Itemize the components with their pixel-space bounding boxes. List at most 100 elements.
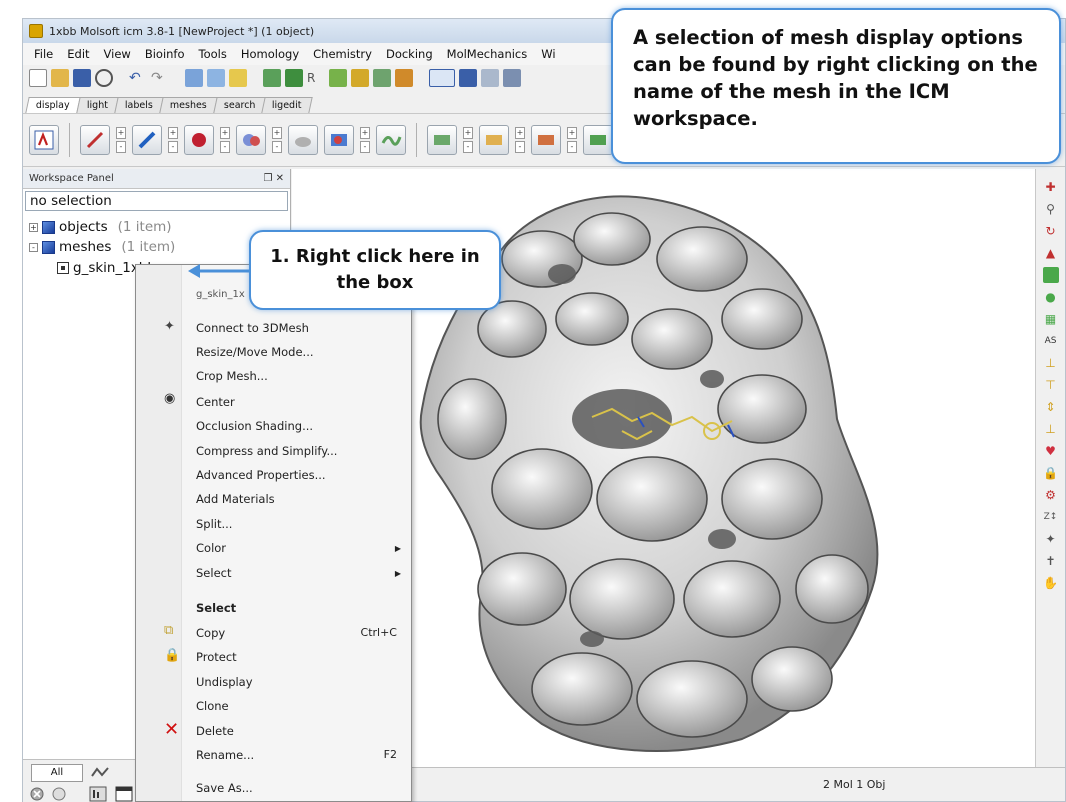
pdb-icon[interactable] — [429, 69, 455, 87]
menu-item-select[interactable]: Select — [196, 601, 236, 615]
menu-homology[interactable]: Homology — [234, 47, 306, 61]
cpk-button[interactable] — [236, 125, 266, 155]
ribbon-button[interactable] — [376, 125, 406, 155]
undo-icon[interactable]: ↶ — [129, 69, 147, 87]
open-folder-icon[interactable] — [51, 69, 69, 87]
wand-icon[interactable]: ✦ — [1043, 531, 1059, 547]
tab-labels[interactable]: labels — [114, 97, 164, 113]
stick-plus-button[interactable]: + — [168, 127, 178, 139]
find-icon[interactable] — [207, 69, 225, 87]
wire-minus-button[interactable]: - — [116, 141, 126, 153]
expand-objects-icon[interactable]: + — [29, 222, 38, 232]
save-icon[interactable] — [73, 69, 91, 87]
move-icon[interactable]: ✚ — [1043, 179, 1059, 195]
menu-item-center[interactable]: Center — [196, 395, 235, 409]
tab-meshes[interactable]: meshes — [159, 97, 218, 113]
menu-item-copy[interactable]: Copy — [196, 626, 225, 640]
surface-minus-button[interactable]: - — [360, 141, 370, 153]
tree-row-objects[interactable]: + objects (1 item) — [29, 219, 172, 235]
wire-button[interactable] — [80, 125, 110, 155]
sort-z-icon[interactable]: Z↕ — [1043, 509, 1059, 525]
variable-label-button[interactable] — [583, 125, 613, 155]
menu-item-split[interactable]: Split... — [196, 517, 232, 531]
tab-light[interactable]: light — [76, 97, 119, 113]
mesh-display-checkbox[interactable] — [57, 262, 69, 274]
menu-chemistry[interactable]: Chemistry — [306, 47, 379, 61]
molecule-icon[interactable] — [263, 69, 281, 87]
clear-display-button[interactable] — [29, 125, 59, 155]
cpk-minus-button[interactable]: - — [272, 141, 282, 153]
new-file-icon[interactable] — [29, 69, 47, 87]
atom-plus-button[interactable]: + — [515, 127, 525, 139]
menu-view[interactable]: View — [97, 47, 138, 61]
menu-item-clone[interactable]: Clone — [196, 699, 229, 713]
hand-icon[interactable]: ✋ — [1043, 575, 1059, 591]
clip-icon[interactable]: ▲ — [1043, 245, 1059, 261]
grid-icon[interactable] — [395, 69, 413, 87]
as-icon[interactable]: AS — [1043, 333, 1059, 349]
ball-minus-button[interactable]: - — [220, 141, 230, 153]
workspace-window-controls[interactable]: ❐ ✕ — [263, 173, 284, 184]
menu-item-undisplay[interactable]: Undisplay — [196, 675, 253, 689]
tree-row-meshes[interactable]: - meshes (1 item) — [29, 239, 175, 255]
sort-icon[interactable] — [89, 786, 107, 802]
menu-item-delete[interactable]: Delete — [196, 724, 234, 738]
site-label-button[interactable] — [531, 125, 561, 155]
menu-window[interactable]: Wi — [534, 47, 562, 61]
wire-plus-button[interactable]: + — [116, 127, 126, 139]
chain-icon[interactable] — [373, 69, 391, 87]
tab-search[interactable]: search — [212, 97, 266, 113]
window-icon[interactable] — [115, 786, 133, 802]
tag-icon[interactable] — [229, 69, 247, 87]
heart-icon[interactable]: ♥ — [1043, 443, 1059, 459]
angle-icon[interactable]: ⊤ — [1043, 377, 1059, 393]
residue-label-button[interactable] — [427, 125, 457, 155]
sequence-icon[interactable] — [459, 69, 477, 87]
skin-button[interactable] — [288, 125, 318, 155]
menu-molmechanics[interactable]: MolMechanics — [440, 47, 535, 61]
menu-tools[interactable]: Tools — [192, 47, 234, 61]
surface-button[interactable] — [324, 125, 354, 155]
selection-field[interactable]: no selection — [25, 191, 288, 211]
ball-plus-button[interactable]: + — [220, 127, 230, 139]
fragment-icon[interactable] — [329, 69, 347, 87]
globe-icon[interactable] — [51, 786, 67, 802]
axes-icon[interactable]: ✝ — [1043, 553, 1059, 569]
residue-plus-button[interactable]: + — [463, 127, 473, 139]
tab-all[interactable]: All — [31, 764, 83, 782]
alignment-icon[interactable] — [481, 69, 499, 87]
ball-button[interactable] — [184, 125, 214, 155]
surface-plus-button[interactable]: + — [360, 127, 370, 139]
green-sphere-icon[interactable]: ● — [1043, 289, 1059, 305]
lock-icon[interactable]: 🔒 — [1043, 465, 1059, 481]
menu-item-rename[interactable]: Rename... — [196, 748, 254, 762]
redo-icon[interactable]: ↷ — [151, 69, 169, 87]
menu-item-advanced-properties[interactable]: Advanced Properties... — [196, 468, 326, 482]
stick-minus-button[interactable]: - — [168, 141, 178, 153]
menu-file[interactable]: File — [27, 47, 60, 61]
menu-bioinfo[interactable]: Bioinfo — [138, 47, 192, 61]
molecule-edit-icon[interactable] — [285, 69, 303, 87]
menu-item-select-submenu[interactable]: Select — [196, 566, 231, 580]
atom-minus-button[interactable]: - — [515, 141, 525, 153]
menu-item-occlusion-shading[interactable]: Occlusion Shading... — [196, 419, 313, 433]
menu-item-compress-simplify[interactable]: Compress and Simplify... — [196, 444, 337, 458]
bond-icon[interactable] — [351, 69, 369, 87]
menu-item-add-materials[interactable]: Add Materials — [196, 492, 275, 506]
collapse-meshes-icon[interactable]: - — [29, 242, 38, 252]
molecule-filter-icon[interactable] — [89, 764, 111, 782]
atom-label-button[interactable] — [479, 125, 509, 155]
tab-display[interactable]: display — [25, 97, 81, 113]
green-atom-icon[interactable]: ▦ — [1043, 311, 1059, 327]
menu-edit[interactable]: Edit — [60, 47, 96, 61]
menu-item-resize-move[interactable]: Resize/Move Mode... — [196, 345, 314, 359]
table-view-icon[interactable] — [503, 69, 521, 87]
stop-icon[interactable] — [29, 786, 45, 802]
measure-icon[interactable]: ⊥ — [1043, 421, 1059, 437]
menu-item-color[interactable]: Color — [196, 541, 226, 555]
tab-ligedit[interactable]: ligedit — [261, 97, 313, 113]
zoom-icon[interactable]: ⚲ — [1043, 201, 1059, 217]
cpk-plus-button[interactable]: + — [272, 127, 282, 139]
menu-item-crop-mesh[interactable]: Crop Mesh... — [196, 369, 268, 383]
site-plus-button[interactable]: + — [567, 127, 577, 139]
